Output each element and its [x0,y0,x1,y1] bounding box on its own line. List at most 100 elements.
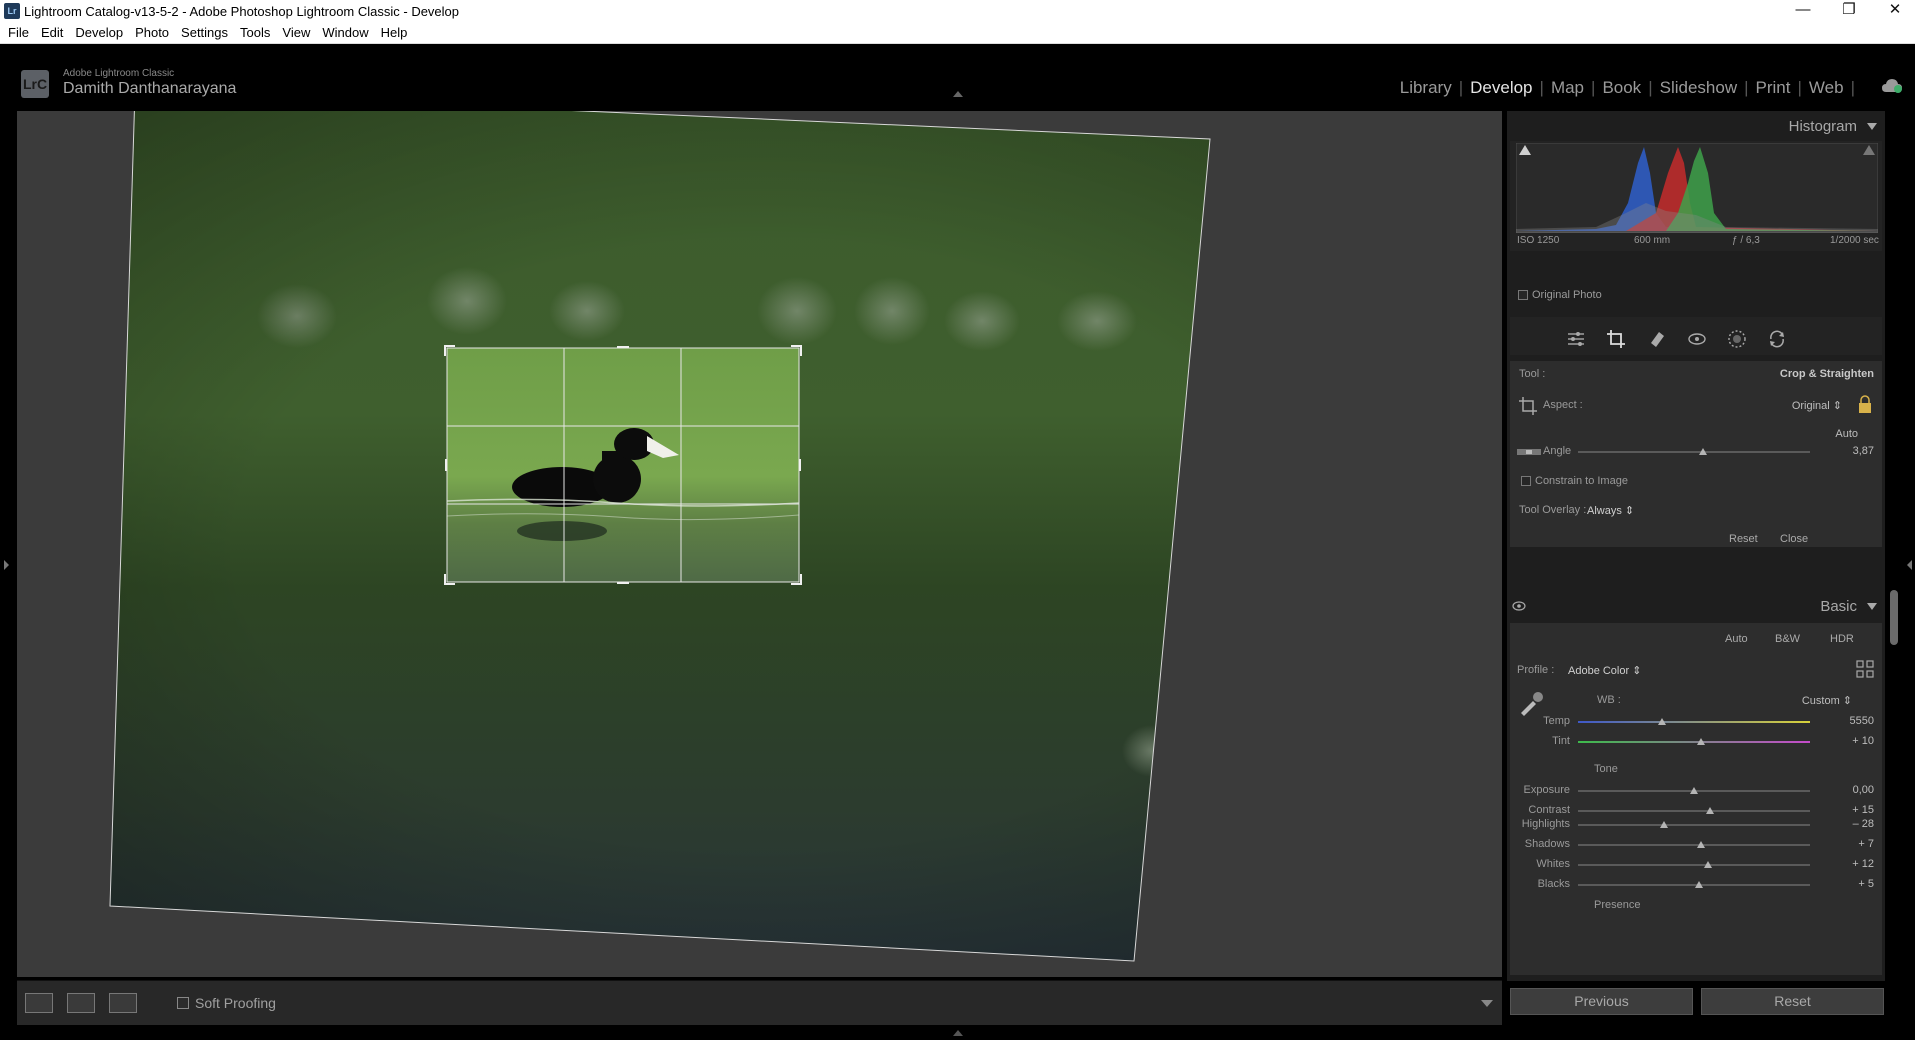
auto-straighten-button[interactable]: Auto [1835,428,1858,440]
cloud-sync-icon[interactable] [1881,78,1903,94]
tone2-value[interactable]: + 5 [1858,878,1874,890]
wb-slider-track[interactable] [1578,721,1810,723]
right-panel-scrollbar[interactable] [1890,590,1898,645]
menu-settings[interactable]: Settings [175,22,234,44]
tone2-slider-track[interactable] [1578,824,1810,826]
healing-icon[interactable] [1647,329,1667,349]
wb-value[interactable]: + 10 [1852,735,1874,747]
tone2-slider-track[interactable] [1578,844,1810,846]
tone2-value[interactable]: + 7 [1858,838,1874,850]
tone2-value[interactable]: + 12 [1852,858,1874,870]
restore-button[interactable]: ❐ [1826,0,1872,22]
menu-file[interactable]: File [0,22,35,44]
module-picker: Library | Develop | Map | Book | Slideshow | Print… [1393,78,1855,98]
menu-bar: File Edit Develop Photo Settings Tools View Win… [0,22,1915,44]
tone-slider-track[interactable] [1578,810,1810,812]
reset-rotate-icon[interactable] [1767,329,1787,349]
bw-button[interactable]: B&W [1775,633,1800,645]
collapse-top-panel-icon[interactable] [953,91,963,97]
module-book[interactable]: Book [1595,78,1648,97]
tone-label: Exposure [1523,784,1570,796]
previous-button[interactable]: Previous [1510,988,1693,1015]
tone2-slider-track[interactable] [1578,864,1810,866]
basic-auto-button[interactable]: Auto [1725,633,1748,645]
histogram-graph[interactable] [1516,143,1878,233]
expand-left-panel-icon[interactable] [4,560,9,570]
window-title: Lightroom Catalog-v13-5-2 - Adobe Photos… [24,4,460,19]
wb-eyedropper-icon[interactable] [1518,690,1544,716]
tool-overlay-dropdown[interactable]: Always ⇕ [1587,504,1634,517]
before-after-lr-button[interactable] [67,993,95,1013]
basic-header[interactable]: Basic [1507,591,1885,621]
tone2-value[interactable]: – 28 [1853,818,1874,830]
before-after-tb-button[interactable] [109,993,137,1013]
close-button[interactable]: ✕ [1872,0,1915,22]
angle-slider-track[interactable] [1578,451,1810,453]
menu-edit[interactable]: Edit [35,22,69,44]
toolbar-content-menu-icon[interactable] [1481,1000,1493,1007]
menu-help[interactable]: Help [375,22,414,44]
collapse-filmstrip-icon[interactable] [953,1030,963,1036]
tone2-slider-thumb[interactable] [1694,881,1703,888]
aspect-dropdown[interactable]: Original ⇕ [1792,399,1842,412]
tone2-label: Blacks [1537,878,1570,890]
constrain-checkbox[interactable] [1521,476,1531,486]
crop-icon[interactable] [1606,329,1626,349]
menu-view[interactable]: View [276,22,316,44]
angle-value[interactable]: 3,87 [1853,445,1874,457]
wb-slider-thumb[interactable] [1696,738,1705,745]
eye-icon[interactable] [1512,601,1526,611]
tone2-slider-thumb[interactable] [1696,841,1705,848]
original-photo-checkbox[interactable] [1518,290,1528,300]
menu-window[interactable]: Window [316,22,374,44]
menu-tools[interactable]: Tools [234,22,276,44]
profile-browser-icon[interactable] [1856,660,1874,678]
profile-dropdown[interactable]: Adobe Color ⇕ [1568,664,1641,677]
menu-develop[interactable]: Develop [69,22,129,44]
histogram-header[interactable]: Histogram [1507,111,1885,141]
collapse-icon[interactable] [1867,123,1877,130]
wb-slider-track[interactable] [1578,741,1810,743]
wb-slider-thumb[interactable] [1657,718,1666,725]
soft-proofing-label: Soft Proofing [195,995,276,1011]
lrc-logo: LrC [21,70,49,98]
wb-value[interactable]: 5550 [1850,715,1874,727]
soft-proofing-checkbox[interactable] [177,997,189,1009]
edit-sliders-icon[interactable] [1566,329,1586,349]
module-slideshow[interactable]: Slideshow [1653,78,1745,97]
module-web[interactable]: Web [1802,78,1851,97]
collapse-icon[interactable] [1867,603,1877,610]
module-separator: | [1648,78,1653,97]
histogram-focal: 600 mm [1634,235,1671,246]
hdr-button[interactable]: HDR [1830,633,1854,645]
collapse-right-panel-icon[interactable] [1907,560,1912,570]
product-name: Adobe Lightroom Classic [63,68,175,79]
angle-slider-thumb[interactable] [1699,448,1708,455]
tone-value[interactable]: + 15 [1852,804,1874,816]
red-eye-icon[interactable] [1687,329,1707,349]
tone-slider-thumb[interactable] [1706,807,1715,814]
tone-slider-thumb[interactable] [1690,787,1698,794]
module-map[interactable]: Map [1544,78,1591,97]
reset-button[interactable]: Reset [1701,988,1884,1015]
loupe-view-button[interactable] [25,993,53,1013]
crop-frame-icon[interactable] [1519,397,1537,415]
masking-icon[interactable] [1727,329,1747,349]
menu-photo[interactable]: Photo [129,22,175,44]
crop-close-button[interactable]: Close [1780,533,1808,545]
crop-reset-button[interactable]: Reset [1729,533,1758,545]
wb-dropdown[interactable]: Custom ⇕ [1802,694,1852,707]
tone2-slider-thumb[interactable] [1659,821,1668,828]
tone-value[interactable]: 0,00 [1853,784,1874,796]
photo-canvas[interactable] [17,111,1502,977]
tone2-slider-thumb[interactable] [1703,861,1712,868]
module-library[interactable]: Library [1393,78,1459,97]
lock-icon[interactable] [1858,395,1872,413]
module-print[interactable]: Print [1749,78,1798,97]
module-develop[interactable]: Develop [1463,78,1539,97]
photo-image[interactable] [17,111,1502,977]
straighten-level-icon[interactable] [1517,447,1541,457]
identity-bar: LrC Adobe Lightroom Classic Damith Danth… [0,44,1915,109]
minimize-button[interactable]: — [1780,0,1826,22]
right-panel: Histogram ISO 1250 600 mm ƒ / 6,3 1/2000… [1507,111,1885,981]
